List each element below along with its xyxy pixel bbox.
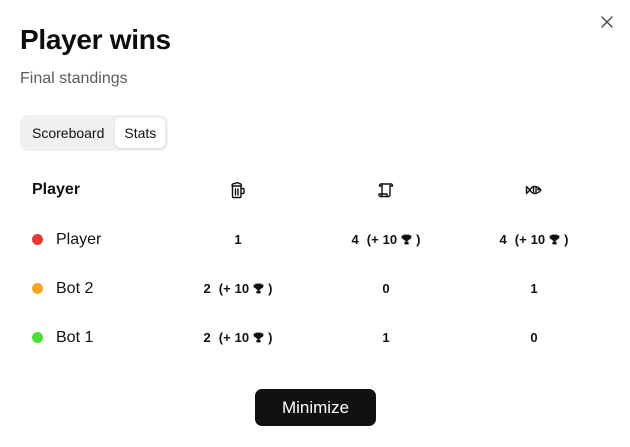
bonus-value: 10 bbox=[530, 232, 546, 247]
table-row: Player 1 4 (+ 10 ) 4 (+ 10) bbox=[20, 215, 612, 264]
fish-icon bbox=[525, 185, 542, 195]
fish-stat-cell: 1 bbox=[460, 281, 608, 296]
stat-value: 1 bbox=[382, 330, 390, 345]
player-name: Bot 1 bbox=[56, 328, 94, 346]
bonus-points: (+ 10 ) bbox=[367, 232, 421, 247]
player-name-cell: Bot 1 bbox=[20, 329, 164, 347]
table-header: Player bbox=[20, 165, 612, 215]
stats-table: Player Player 1 4 (+ 10) 4 (+ 10) Bot … bbox=[20, 165, 612, 362]
player-column-header: Player bbox=[20, 181, 164, 199]
trophy-icon bbox=[253, 332, 264, 343]
player-header-label: Player bbox=[32, 181, 81, 198]
bonus-value: 10 bbox=[382, 232, 398, 247]
minimize-button[interactable]: Minimize bbox=[255, 389, 376, 426]
mug-stat-cell: 1 bbox=[164, 232, 312, 247]
dialog-title: Player wins bbox=[20, 24, 171, 55]
stat-value: 4 bbox=[351, 232, 359, 247]
bonus-open: (+ bbox=[514, 232, 527, 247]
fish-stat-cell: 4 (+ 10 ) bbox=[460, 232, 608, 247]
player-name-cell: Bot 2 bbox=[20, 280, 164, 298]
mug-icon bbox=[231, 182, 245, 199]
dialog-subtitle: Final standings bbox=[20, 70, 128, 87]
view-tabs: Scoreboard Stats bbox=[20, 115, 169, 151]
stat-value: 0 bbox=[382, 281, 390, 296]
player-color-dot bbox=[32, 283, 43, 294]
tab-stats[interactable]: Stats bbox=[115, 118, 166, 148]
table-row: Bot 2 2 (+ 10 ) 0 1 bbox=[20, 264, 612, 313]
trophy-icon bbox=[253, 283, 264, 294]
fish-column-header bbox=[460, 182, 608, 198]
bonus-close: ) bbox=[268, 281, 273, 296]
bonus-close: ) bbox=[268, 330, 273, 345]
bonus-open: (+ bbox=[218, 330, 231, 345]
scroll-stat-cell: 4 (+ 10 ) bbox=[312, 232, 460, 247]
stat-value: 1 bbox=[530, 281, 538, 296]
trophy-icon bbox=[549, 234, 560, 245]
trophy-icon bbox=[401, 234, 412, 245]
stat-value: 4 bbox=[499, 232, 507, 247]
close-icon[interactable] bbox=[601, 16, 613, 28]
bonus-close: ) bbox=[564, 232, 569, 247]
player-color-dot bbox=[32, 234, 43, 245]
stat-value: 0 bbox=[530, 330, 538, 345]
fish-stat-cell: 0 bbox=[460, 330, 608, 345]
mug-stat-cell: 2 (+ 10 ) bbox=[164, 330, 312, 345]
stat-value: 1 bbox=[234, 232, 242, 247]
mug-column-header bbox=[164, 181, 312, 199]
tab-scoreboard[interactable]: Scoreboard bbox=[23, 118, 113, 148]
bonus-points: (+ 10 ) bbox=[219, 330, 273, 345]
bonus-value: 10 bbox=[234, 281, 250, 296]
bonus-close: ) bbox=[416, 232, 421, 247]
player-name: Bot 2 bbox=[56, 279, 94, 297]
bonus-open: (+ bbox=[218, 281, 231, 296]
bonus-open: (+ bbox=[366, 232, 379, 247]
scroll-column-header bbox=[312, 181, 460, 199]
bonus-points: (+ 10 ) bbox=[219, 281, 273, 296]
table-row: Bot 1 2 (+ 10 ) 1 0 bbox=[20, 313, 612, 362]
bonus-value: 10 bbox=[234, 330, 250, 345]
scroll-stat-cell: 1 bbox=[312, 330, 460, 345]
scroll-stat-cell: 0 bbox=[312, 281, 460, 296]
player-color-dot bbox=[32, 332, 43, 343]
stat-value: 2 bbox=[203, 330, 211, 345]
player-name: Player bbox=[56, 230, 102, 248]
stat-value: 2 bbox=[203, 281, 211, 296]
close-button[interactable] bbox=[598, 13, 616, 31]
player-name-cell: Player bbox=[20, 231, 164, 249]
bonus-points: (+ 10 ) bbox=[515, 232, 569, 247]
mug-stat-cell: 2 (+ 10 ) bbox=[164, 281, 312, 296]
scroll-icon bbox=[378, 183, 394, 198]
results-dialog: Player wins Final standings Scoreboard S… bbox=[0, 0, 630, 447]
